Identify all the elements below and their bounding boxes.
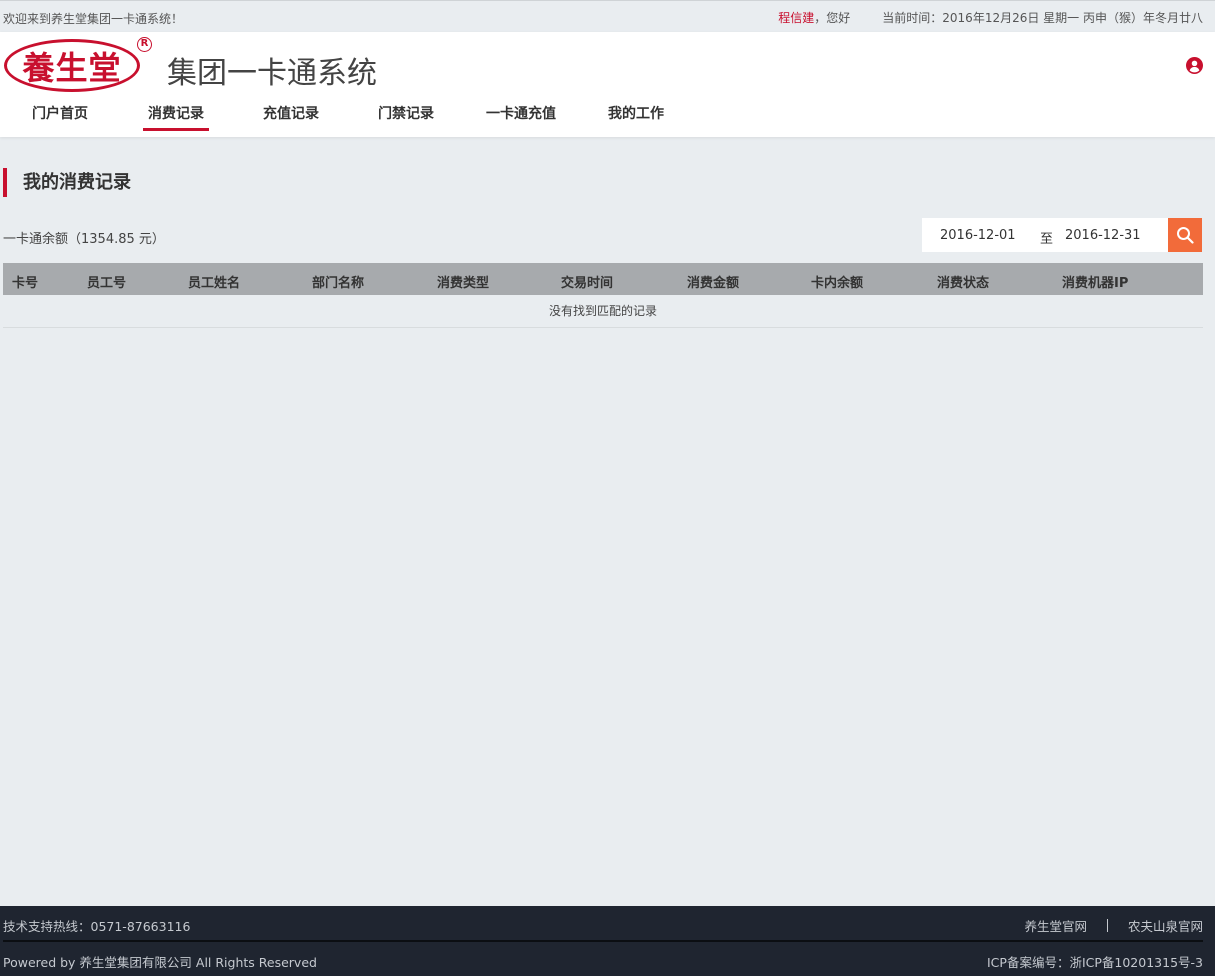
greeting-text: ，您好 [814, 11, 851, 25]
header: 養生堂 R 集团一卡通系统 门户首页 消费记录 充值记录 门禁记录 一卡通充值 … [0, 32, 1215, 137]
nav-consumption-records[interactable]: 消费记录 [143, 103, 209, 131]
nav-card-recharge[interactable]: 一卡通充值 [486, 103, 556, 123]
brand-logo[interactable]: 養生堂 [4, 39, 140, 92]
top-bar: 欢迎来到养生堂集团一卡通系统！ 程信建 ，您好 当前时间：2016年12月26日… [0, 0, 1215, 32]
nav-my-work[interactable]: 我的工作 [608, 103, 664, 123]
date-range-picker[interactable]: 2016-12-01 至 2016-12-31 [922, 218, 1168, 252]
col-employee-name[interactable]: 员工姓名 [188, 272, 240, 291]
footer: 技术支持热线：0571-87663116 养生堂官网 农夫山泉官网 Powere… [0, 906, 1215, 976]
card-balance: 一卡通余额（1354.85 元） [3, 232, 165, 247]
col-consume-type[interactable]: 消费类型 [437, 272, 489, 291]
nav-recharge-records[interactable]: 充值记录 [263, 103, 319, 123]
col-amount[interactable]: 消费金额 [687, 272, 739, 291]
col-department[interactable]: 部门名称 [312, 272, 364, 291]
date-to-input[interactable]: 2016-12-31 [1065, 228, 1141, 243]
system-title: 集团一卡通系统 [167, 56, 377, 91]
date-to-label: 至 [1040, 232, 1054, 247]
logo-text: 養生堂 [22, 48, 122, 87]
table-header: 卡号 员工号 员工姓名 部门名称 消费类型 交易时间 消费金额 卡内余额 消费状… [3, 263, 1203, 295]
welcome-text: 欢迎来到养生堂集团一卡通系统！ [3, 12, 184, 26]
empty-message: 没有找到匹配的记录 [3, 295, 1203, 328]
consumption-table: 卡号 员工号 员工姓名 部门名称 消费类型 交易时间 消费金额 卡内余额 消费状… [3, 263, 1203, 328]
icp-number: ICP备案编号：浙ICP备10201315号-3 [987, 955, 1203, 970]
nav-access-records[interactable]: 门禁记录 [378, 103, 434, 123]
footer-links: 养生堂官网 农夫山泉官网 [1024, 916, 1203, 935]
col-card-no[interactable]: 卡号 [12, 272, 38, 291]
search-button[interactable] [1168, 218, 1202, 252]
copyright: Powered by 养生堂集团有限公司 All Rights Reserved [3, 955, 317, 970]
col-trade-time[interactable]: 交易时间 [561, 272, 613, 291]
footer-divider [1106, 919, 1108, 932]
nav-home[interactable]: 门户首页 [32, 103, 88, 123]
col-employee-no[interactable]: 员工号 [87, 272, 126, 291]
current-time: 当前时间：2016年12月26日 星期一 丙申（猴）年冬月廿八 [882, 11, 1203, 25]
link-nongfu[interactable]: 农夫山泉官网 [1128, 916, 1203, 935]
search-icon [1177, 227, 1194, 244]
user-account-icon[interactable] [1186, 57, 1203, 74]
section-title: 我的消费记录 [3, 168, 131, 197]
date-from-input[interactable]: 2016-12-01 [940, 228, 1016, 243]
registered-mark: R [137, 37, 152, 52]
footer-rule [3, 940, 1203, 942]
col-status[interactable]: 消费状态 [937, 272, 989, 291]
col-machine-ip[interactable]: 消费机器IP [1062, 272, 1128, 291]
topbar-right: 程信建 ，您好 当前时间：2016年12月26日 星期一 丙申（猴）年冬月廿八 [778, 9, 1203, 26]
user-name-link[interactable]: 程信建 [778, 9, 814, 26]
support-hotline: 技术支持热线：0571-87663116 [3, 919, 191, 934]
link-yangshengtang[interactable]: 养生堂官网 [1024, 916, 1087, 935]
col-card-balance[interactable]: 卡内余额 [811, 272, 863, 291]
